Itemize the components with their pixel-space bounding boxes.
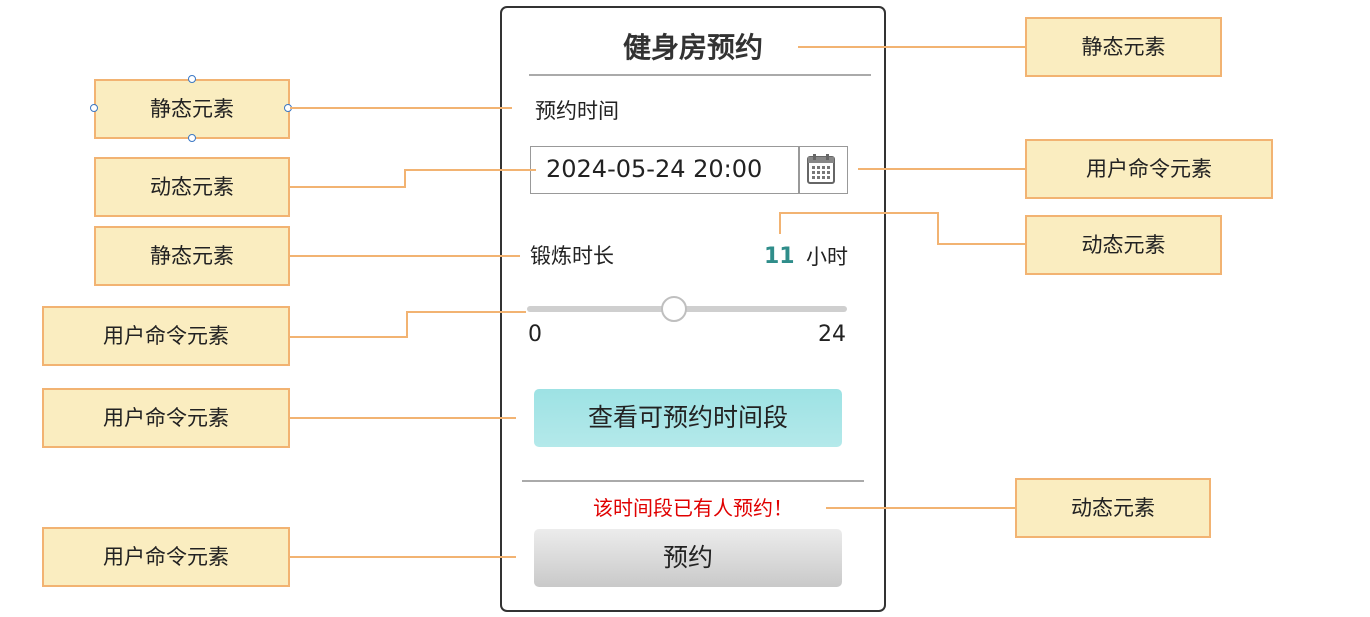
connector-right-3b bbox=[779, 212, 939, 214]
connector-left-5 bbox=[290, 417, 516, 419]
connector-left-2c bbox=[404, 169, 536, 171]
duration-value: 11 bbox=[764, 244, 795, 269]
connector-right-2 bbox=[858, 168, 1025, 170]
slider-thumb[interactable] bbox=[660, 296, 687, 322]
resize-handle-bottom[interactable] bbox=[188, 134, 196, 142]
connector-right-3a bbox=[779, 212, 781, 234]
annotation-left-1: 静态元素 bbox=[94, 79, 290, 139]
connector-left-4c bbox=[406, 311, 526, 313]
datetime-divider bbox=[798, 147, 800, 193]
connector-left-2a bbox=[290, 186, 406, 188]
connector-right-3c bbox=[937, 212, 939, 245]
annotation-left-4: 用户命令元素 bbox=[42, 306, 290, 366]
section-divider bbox=[522, 480, 864, 482]
connector-right-1 bbox=[798, 46, 1025, 48]
annotation-right-2: 用户命令元素 bbox=[1025, 139, 1273, 199]
book-button[interactable]: 预约 bbox=[534, 529, 842, 587]
annotation-left-2: 动态元素 bbox=[94, 157, 290, 217]
connector-left-6 bbox=[290, 556, 516, 558]
connector-left-1 bbox=[290, 107, 512, 109]
datetime-value[interactable]: 2024-05-24 20:00 bbox=[546, 151, 762, 187]
duration-unit: 小时 bbox=[806, 245, 848, 269]
resize-handle-top[interactable] bbox=[188, 75, 196, 83]
annotation-right-3: 动态元素 bbox=[1025, 215, 1222, 275]
duration-label: 锻炼时长 bbox=[530, 244, 614, 268]
annotation-right-1: 静态元素 bbox=[1025, 17, 1222, 77]
connector-left-3 bbox=[290, 255, 520, 257]
time-label: 预约时间 bbox=[535, 99, 619, 123]
duration-slider[interactable] bbox=[527, 306, 847, 312]
connector-left-4a bbox=[290, 336, 408, 338]
annotation-left-5: 用户命令元素 bbox=[42, 388, 290, 448]
connector-right-4 bbox=[826, 507, 1015, 509]
annotation-right-4: 动态元素 bbox=[1015, 478, 1211, 538]
resize-handle-left[interactable] bbox=[90, 104, 98, 112]
title-divider bbox=[529, 74, 871, 76]
page-title: 健身房预约 bbox=[622, 31, 763, 64]
connector-left-4b bbox=[406, 311, 408, 338]
annotation-left-3: 静态元素 bbox=[94, 226, 290, 286]
calendar-icon[interactable] bbox=[806, 153, 836, 185]
connector-left-2b bbox=[404, 169, 406, 188]
annotation-left-6: 用户命令元素 bbox=[42, 527, 290, 587]
check-slots-button[interactable]: 查看可预约时间段 bbox=[534, 389, 842, 447]
slider-max-label: 24 bbox=[818, 322, 846, 347]
slider-min-label: 0 bbox=[528, 322, 542, 347]
connector-right-3d bbox=[937, 243, 1025, 245]
